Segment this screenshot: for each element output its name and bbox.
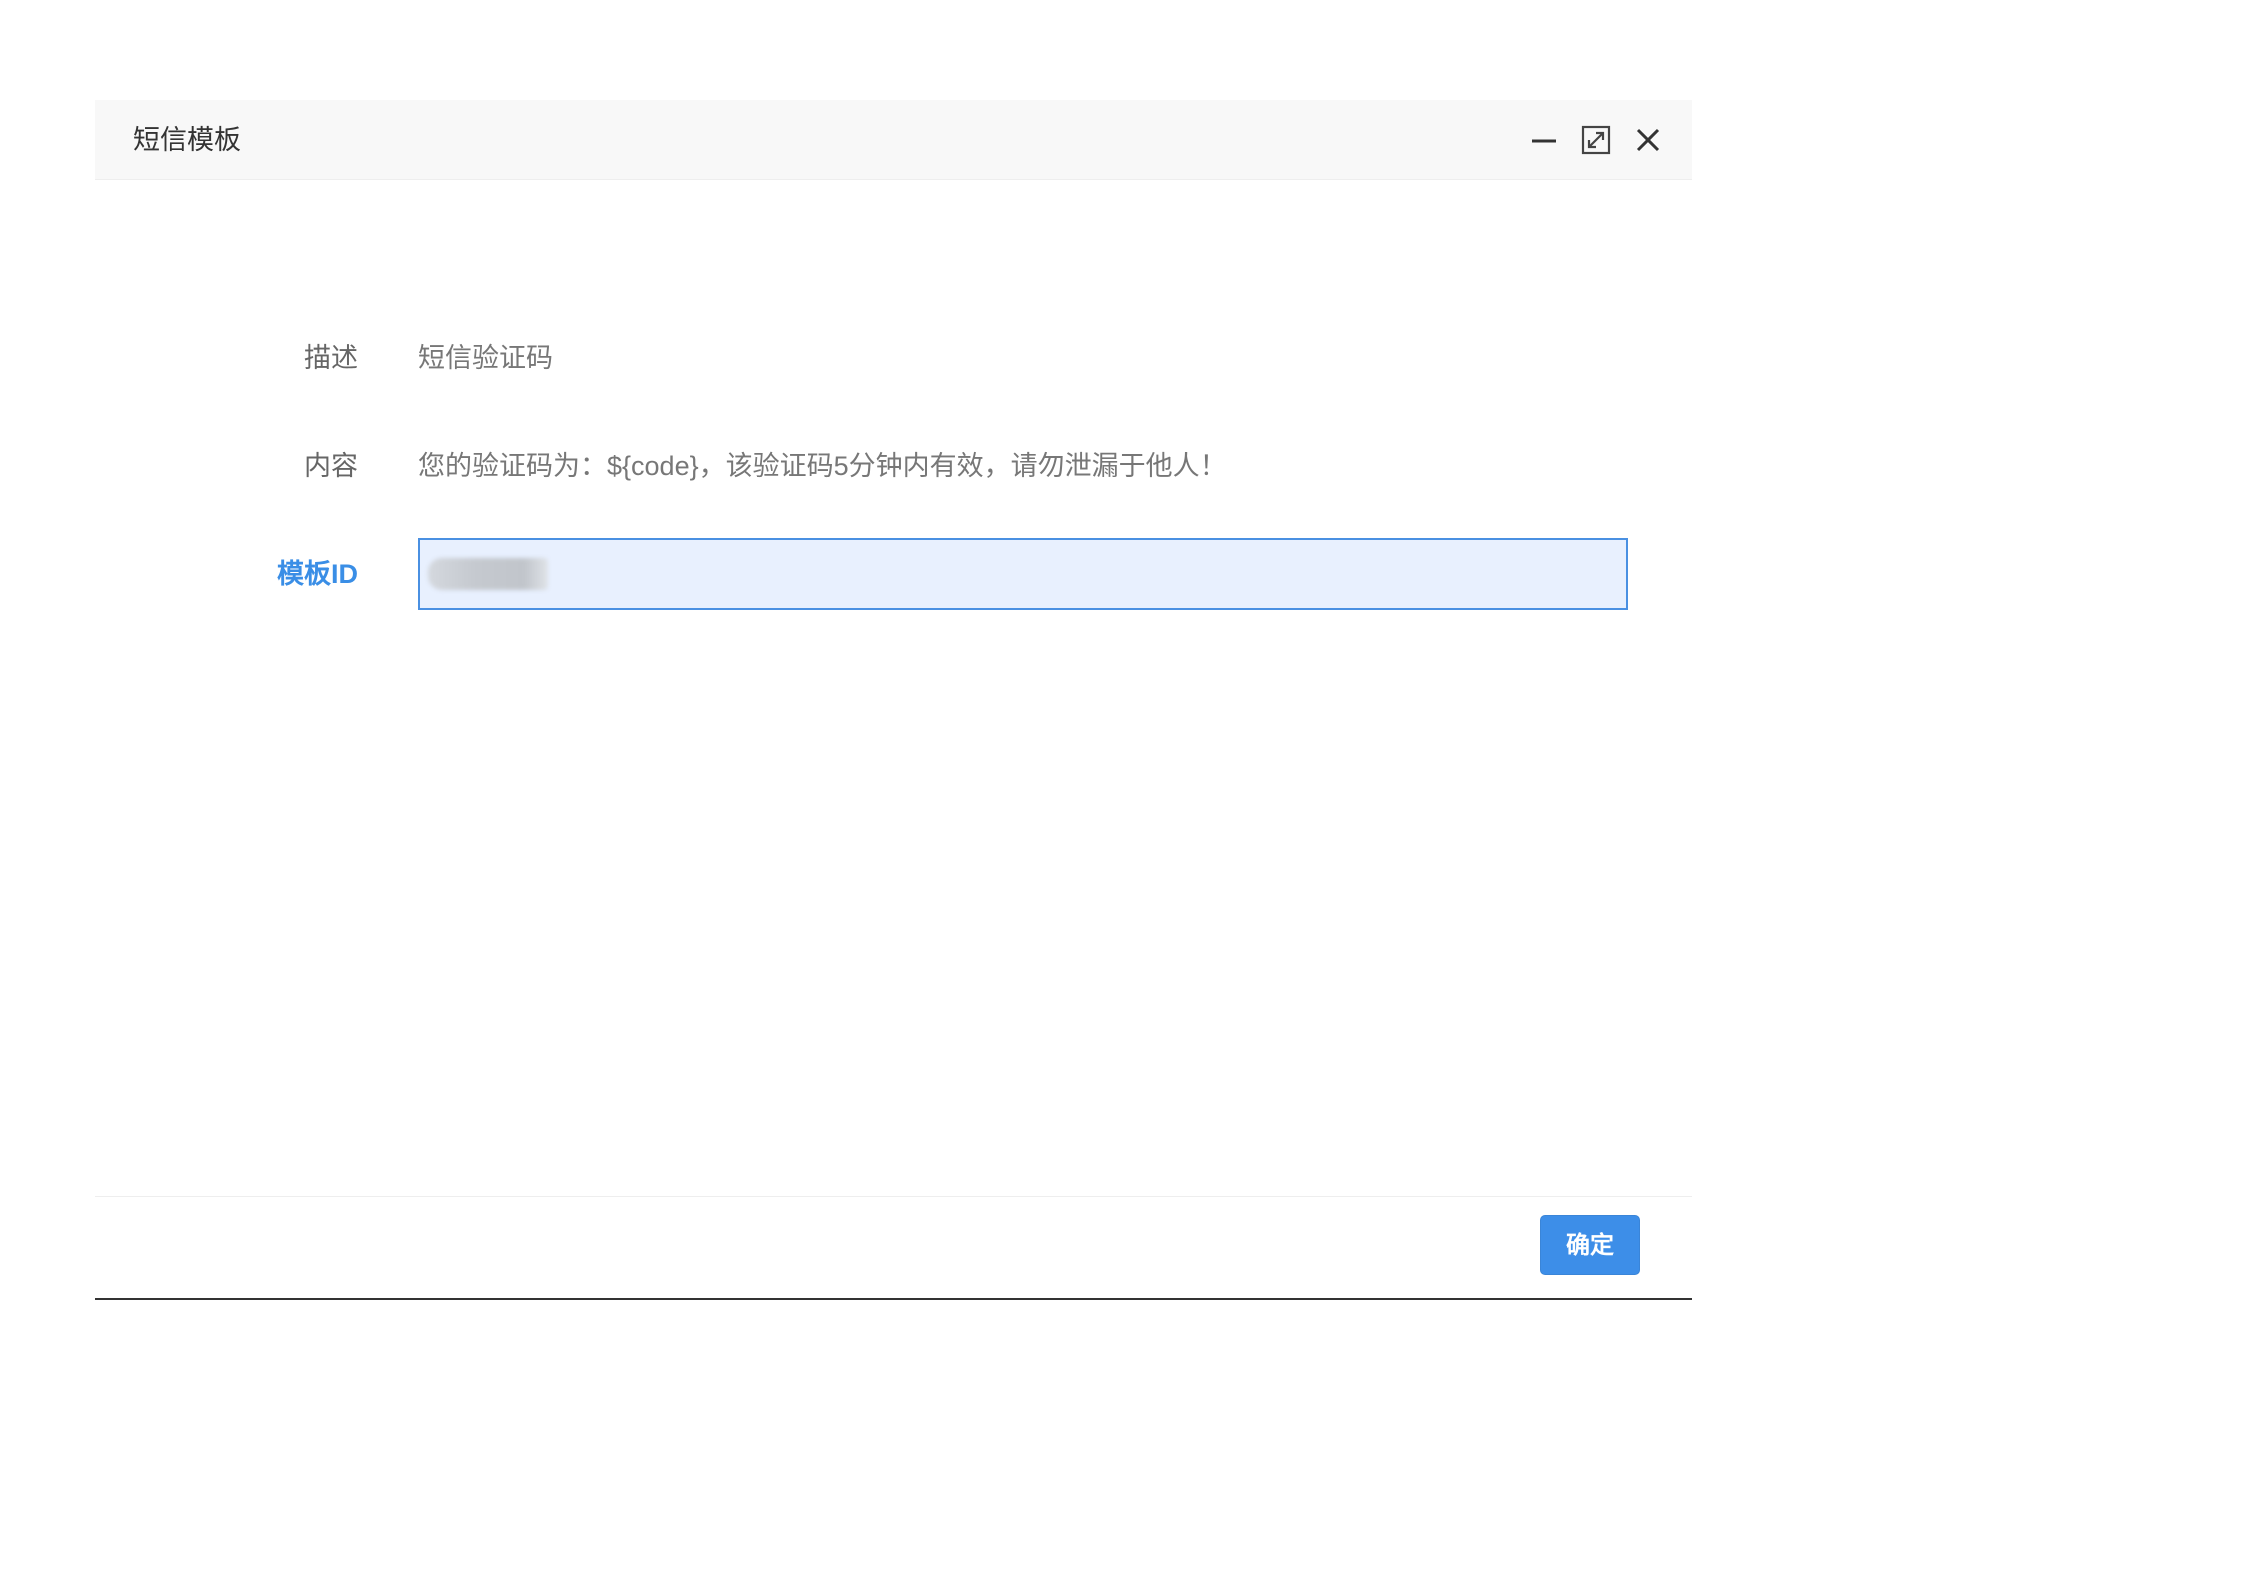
- sms-template-dialog: 短信模板 描述 短信验证码 内容 您的验证码为：${code}，该验证码5分钟内…: [95, 100, 1692, 1300]
- description-row: 描述 短信验证码: [95, 322, 1692, 394]
- dialog-title: 短信模板: [133, 125, 241, 155]
- content-value: 您的验证码为：${code}，该验证码5分钟内有效，请勿泄漏于他人！: [418, 451, 1227, 481]
- template-id-input[interactable]: [418, 538, 1628, 610]
- confirm-button[interactable]: 确定: [1540, 1215, 1640, 1275]
- minimize-icon[interactable]: [1526, 122, 1562, 158]
- description-label: 描述: [304, 343, 358, 373]
- maximize-icon[interactable]: [1578, 122, 1614, 158]
- window-controls: [1510, 122, 1666, 158]
- dialog-footer: 确定: [95, 1196, 1692, 1300]
- template-id-row: 模板ID: [95, 538, 1692, 610]
- template-id-label: 模板ID: [277, 559, 358, 589]
- description-value: 短信验证码: [418, 343, 553, 373]
- content-label: 内容: [304, 451, 358, 481]
- close-icon[interactable]: [1630, 122, 1666, 158]
- redacted-value-mask: [428, 558, 548, 590]
- dialog-header: 短信模板: [95, 100, 1692, 180]
- content-row: 内容 您的验证码为：${code}，该验证码5分钟内有效，请勿泄漏于他人！: [95, 430, 1692, 502]
